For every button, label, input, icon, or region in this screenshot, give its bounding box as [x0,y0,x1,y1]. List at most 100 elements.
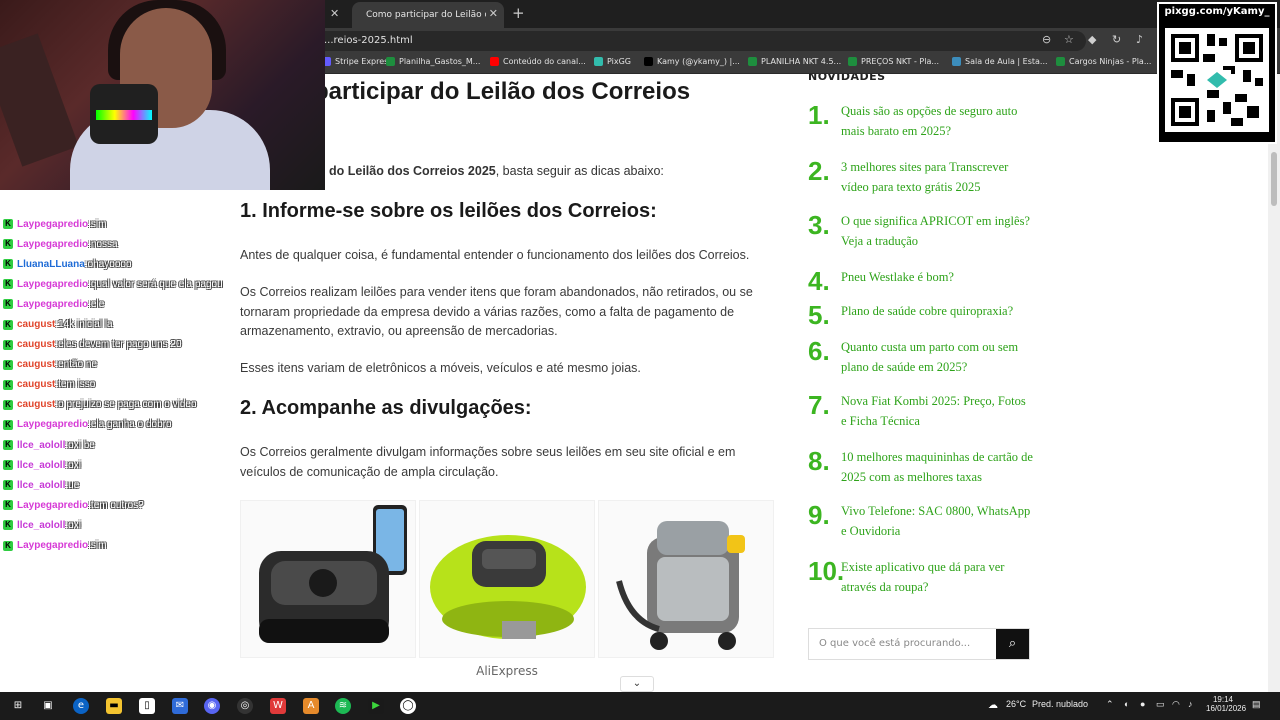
translate-icon[interactable]: ⊖ [1042,33,1051,46]
notification-icon[interactable]: ▤ [1252,699,1261,710]
chat-message: K Laypegapredio : ele [0,294,300,314]
tab-active[interactable]: Como participar do Leilão dos Correios ✕ [352,2,504,28]
news-link[interactable]: 3 melhores sites para Transcrever vídeo … [841,158,1033,197]
weather-icon[interactable]: ☁ [986,698,1000,714]
chat-message: K Laypegapredio : sim [0,536,300,556]
search-form: O que você está procurando... ⌕ [808,628,1030,660]
file-explorer-icon[interactable]: ▬ [106,698,122,714]
bookmark-item[interactable]: Cargos Ninjas - Pla... [1056,57,1151,66]
chevron-down-icon[interactable]: ⌄ [620,676,654,692]
chat-text: sim [90,540,107,552]
app-orange-icon[interactable]: A [303,698,319,714]
chat-message: K LluanaLLuana : ohayoooo [0,254,300,274]
extensions-icon[interactable]: ◆ [1088,33,1096,46]
qr-label: pixgg.com/yKamy_ [1164,6,1270,17]
chat-message: Kllce_aololl : oxi [0,455,300,475]
task-view-icon[interactable]: ▣ [40,698,56,714]
bookmark-item[interactable]: PixGG [594,57,631,66]
news-link[interactable]: Quanto custa um parto com ou sem plano d… [841,338,1033,377]
chat-message: Kcaugust : o prejuizo se paga com o vide… [0,395,300,415]
refresh-icon[interactable]: ↻ [1112,33,1121,46]
windows-start-icon[interactable]: ⊞ [10,698,26,714]
bookmark-favicon-icon [952,57,961,66]
tray-wifi-icon[interactable]: ◠ [1172,699,1180,710]
bookmark-item[interactable]: PREÇOS NKT - Pla... [848,57,939,66]
tray-clock[interactable]: 19:14 16/01/2026 [1206,695,1246,713]
search-input[interactable]: O que você está procurando... [809,629,998,659]
bookmark-label: Stripe Express [335,57,393,66]
bookmark-label: PREÇOS NKT - Pla... [861,57,939,66]
news-link[interactable]: Vivo Telefone: SAC 0800, WhatsApp e Ouvi… [841,502,1033,541]
kick-badge-icon: K [3,419,13,430]
kick-badge-icon: K [3,279,13,290]
chat-message: K Laypegapredio : sim [0,214,300,234]
bookmark-item[interactable]: Sala de Aula | Esta... [952,57,1048,66]
tray-volume-icon[interactable]: ♪ [1188,699,1193,709]
clock-time: 19:14 [1212,695,1234,704]
new-tab-icon[interactable]: + [512,4,525,22]
bookmark-favicon-icon [848,57,857,66]
bookmark-item[interactable]: Stripe Express [322,57,393,66]
chat-username: LluanaLLuana [17,258,85,270]
weather-desc[interactable]: Pred. nublado [1032,699,1088,709]
bookmark-label: PLANILHA NKT 4.5... [761,57,842,66]
search-button[interactable]: ⌕ [996,629,1029,659]
news-link[interactable]: 10 melhores maquininhas de cartão de 202… [841,448,1033,487]
bookmark-item[interactable]: PLANILHA NKT 4.5... [748,57,841,66]
close-tab-icon[interactable]: ✕ [330,7,339,20]
paragraph-3: Esses itens variam de eletrônicos a móve… [240,361,641,375]
kick-badge-icon: K [3,299,13,310]
news-link[interactable]: Nova Fiat Kombi 2025: Preço, Fotos e Fic… [841,392,1033,431]
spotify-icon[interactable]: ≋ [335,698,351,714]
chat-username: Laypegapredio [17,278,89,290]
news-link[interactable]: Existe aplicativo que dá para ver atravé… [841,558,1033,597]
news-number: 2. [808,156,830,186]
ad-banner[interactable]: ⓘ ⋮ [240,498,774,690]
bookmark-label: PixGG [607,57,632,66]
bookmark-label: Kamy (@ykamy_) |... [657,57,740,66]
discord-icon[interactable]: ◉ [204,698,220,714]
news-number: 7. [808,390,830,420]
scrollbar-thumb[interactable] [1271,152,1277,206]
game-launcher-icon[interactable]: ▶ [368,698,384,714]
kick-badge-icon: K [3,480,13,491]
bookmark-item[interactable]: Conteúdo do canal... [490,57,586,66]
news-link[interactable]: Quais são as opções de seguro auto mais … [841,102,1033,141]
tray-mic-icon[interactable]: ● [1140,699,1145,709]
weather-temp[interactable]: 26°C [1006,699,1026,709]
close-tab-icon[interactable]: ✕ [489,7,498,20]
mail-icon[interactable]: ✉ [172,698,188,714]
chat-message: K Laypegapredio : qual valor será que ela… [0,274,300,294]
sidebar-heading: NOVIDADES [808,74,886,83]
tray-chevron-icon[interactable]: ⌃ [1106,699,1114,710]
edge-browser-icon[interactable]: e [73,698,89,714]
bookmark-item[interactable]: Planilha_Gastos_M... [386,57,480,66]
chat-username: caugust [17,399,56,411]
ad-product-green-robot[interactable] [419,500,595,658]
news-number: 4. [808,266,830,296]
app-red-icon[interactable]: W [270,698,286,714]
chat-message: Kllce_aololl : ue [0,475,300,495]
obs-icon[interactable]: ◎ [237,698,253,714]
url-field[interactable]: ...reios-2025.html [300,31,1086,51]
news-link[interactable]: Plano de saúde cobre quiropraxia? [841,302,1033,322]
news-number: 10. [808,556,845,586]
notepad-icon[interactable]: ▯ [139,698,155,714]
news-link[interactable]: Pneu Westlake é bom? [841,268,1033,288]
chat-text: então ne [58,359,98,371]
chat-message: Kllce_aololl : oxi [0,515,300,535]
profile-icon[interactable]: ♪ [1136,33,1143,46]
bookmark-star-icon[interactable]: ☆ [1064,33,1074,46]
url-text: ...reios-2025.html [324,35,413,46]
page-scrollbar[interactable] [1268,74,1280,692]
chat-text: qual valor será que ela pagou [90,278,223,290]
ad-product-vacuum[interactable] [598,500,774,658]
bookmark-item[interactable]: Kamy (@ykamy_) |... [644,57,740,66]
app-white-icon[interactable]: ◯ [400,698,416,714]
chat-message: K Laypegapredio : tem outros? [0,495,300,515]
tray-network-icon[interactable]: ◐ [1124,699,1129,709]
news-link[interactable]: O que significa APRICOT em inglês? Veja … [841,212,1033,251]
tray-display-icon[interactable]: ▭ [1156,699,1165,710]
intro-bold: do Leilão dos Correios 2025 [329,164,496,178]
chat-username: caugust [17,319,56,331]
